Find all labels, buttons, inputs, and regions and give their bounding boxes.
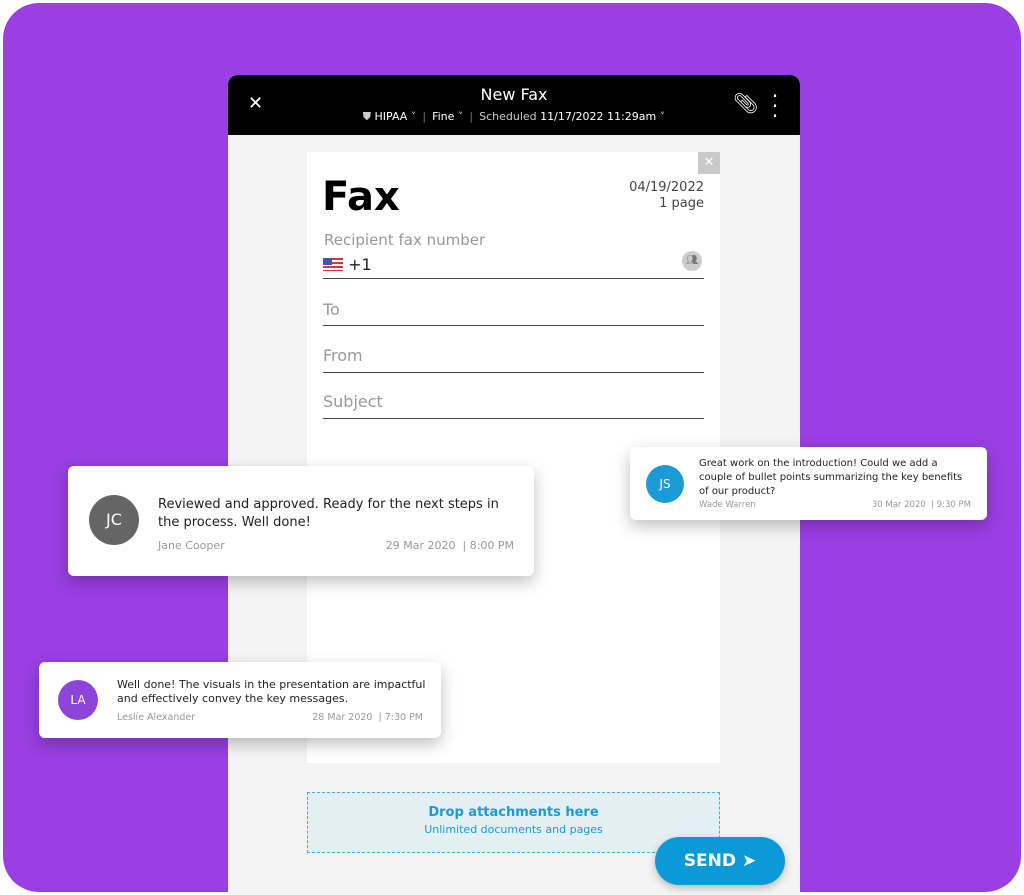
from-input[interactable]: From: [323, 346, 704, 373]
comment-text: Great work on the introduction! Could we…: [699, 458, 963, 497]
window-title: New Fax: [480, 85, 548, 104]
subject-input[interactable]: Subject: [323, 392, 704, 419]
avatar: LA: [58, 680, 98, 720]
fax-options: ⛊ HIPAA ˅ | Fine ˅ | Scheduled 11/17/2022 11…: [362, 110, 666, 123]
send-button[interactable]: SEND ➤: [655, 837, 785, 885]
comment-card: JC Reviewed and approved. Ready for the …: [68, 466, 534, 576]
header: ✕ New Fax ⛊ HIPAA ˅ | Fine ˅ | Scheduled 11/…: [228, 75, 800, 135]
comment-time: 9:30 PM: [936, 500, 971, 510]
fax-date: 04/19/2022: [629, 180, 704, 195]
us-flag-icon: [323, 258, 343, 271]
comment-text: Well done! The visuals in the presentati…: [117, 678, 426, 705]
paperclip-icon[interactable]: 📎︎: [733, 91, 758, 115]
page-count: 1 page: [659, 196, 704, 211]
attachment-drop-zone[interactable]: Drop attachments here Unlimited document…: [307, 792, 720, 853]
comment-author: Leslie Alexander: [117, 712, 196, 723]
comment-date: 29 Mar 2020: [385, 539, 456, 552]
comment-author: Jane Cooper: [158, 539, 225, 552]
hipaa-dropdown[interactable]: ⛊ HIPAA ˅: [363, 110, 417, 123]
quality-dropdown[interactable]: Fine ˅: [432, 110, 463, 123]
fax-heading: Fax: [322, 174, 400, 220]
comment-author: Wade Warren: [699, 500, 756, 510]
to-input[interactable]: To: [323, 300, 704, 326]
comment-text: Reviewed and approved. Ready for the nex…: [158, 497, 499, 530]
comment-card: JS Great work on the introduction! Could…: [630, 447, 987, 520]
avatar: JS: [646, 465, 684, 503]
schedule-dropdown[interactable]: Scheduled 11/17/2022 11:29am ˅: [479, 110, 665, 123]
comment-time: 8:00 PM: [469, 539, 514, 552]
comment-date: 30 Mar 2020: [871, 500, 926, 510]
close-page-button[interactable]: ✕: [698, 152, 720, 174]
shield-icon: ⛊: [362, 110, 372, 123]
recipient-label: Recipient fax number: [324, 231, 486, 249]
send-arrow-icon: ➤: [741, 851, 757, 871]
more-options-icon[interactable]: · · ·: [771, 86, 779, 126]
contacts-icon[interactable]: 👥︎: [682, 251, 702, 271]
comment-time: 7:30 PM: [384, 712, 423, 723]
comment-card: LA Well done! The visuals in the present…: [39, 662, 441, 738]
avatar: JC: [89, 495, 139, 545]
comment-date: 28 Mar 2020: [312, 712, 373, 723]
recipient-fax-input[interactable]: +1 👥︎: [323, 251, 704, 279]
